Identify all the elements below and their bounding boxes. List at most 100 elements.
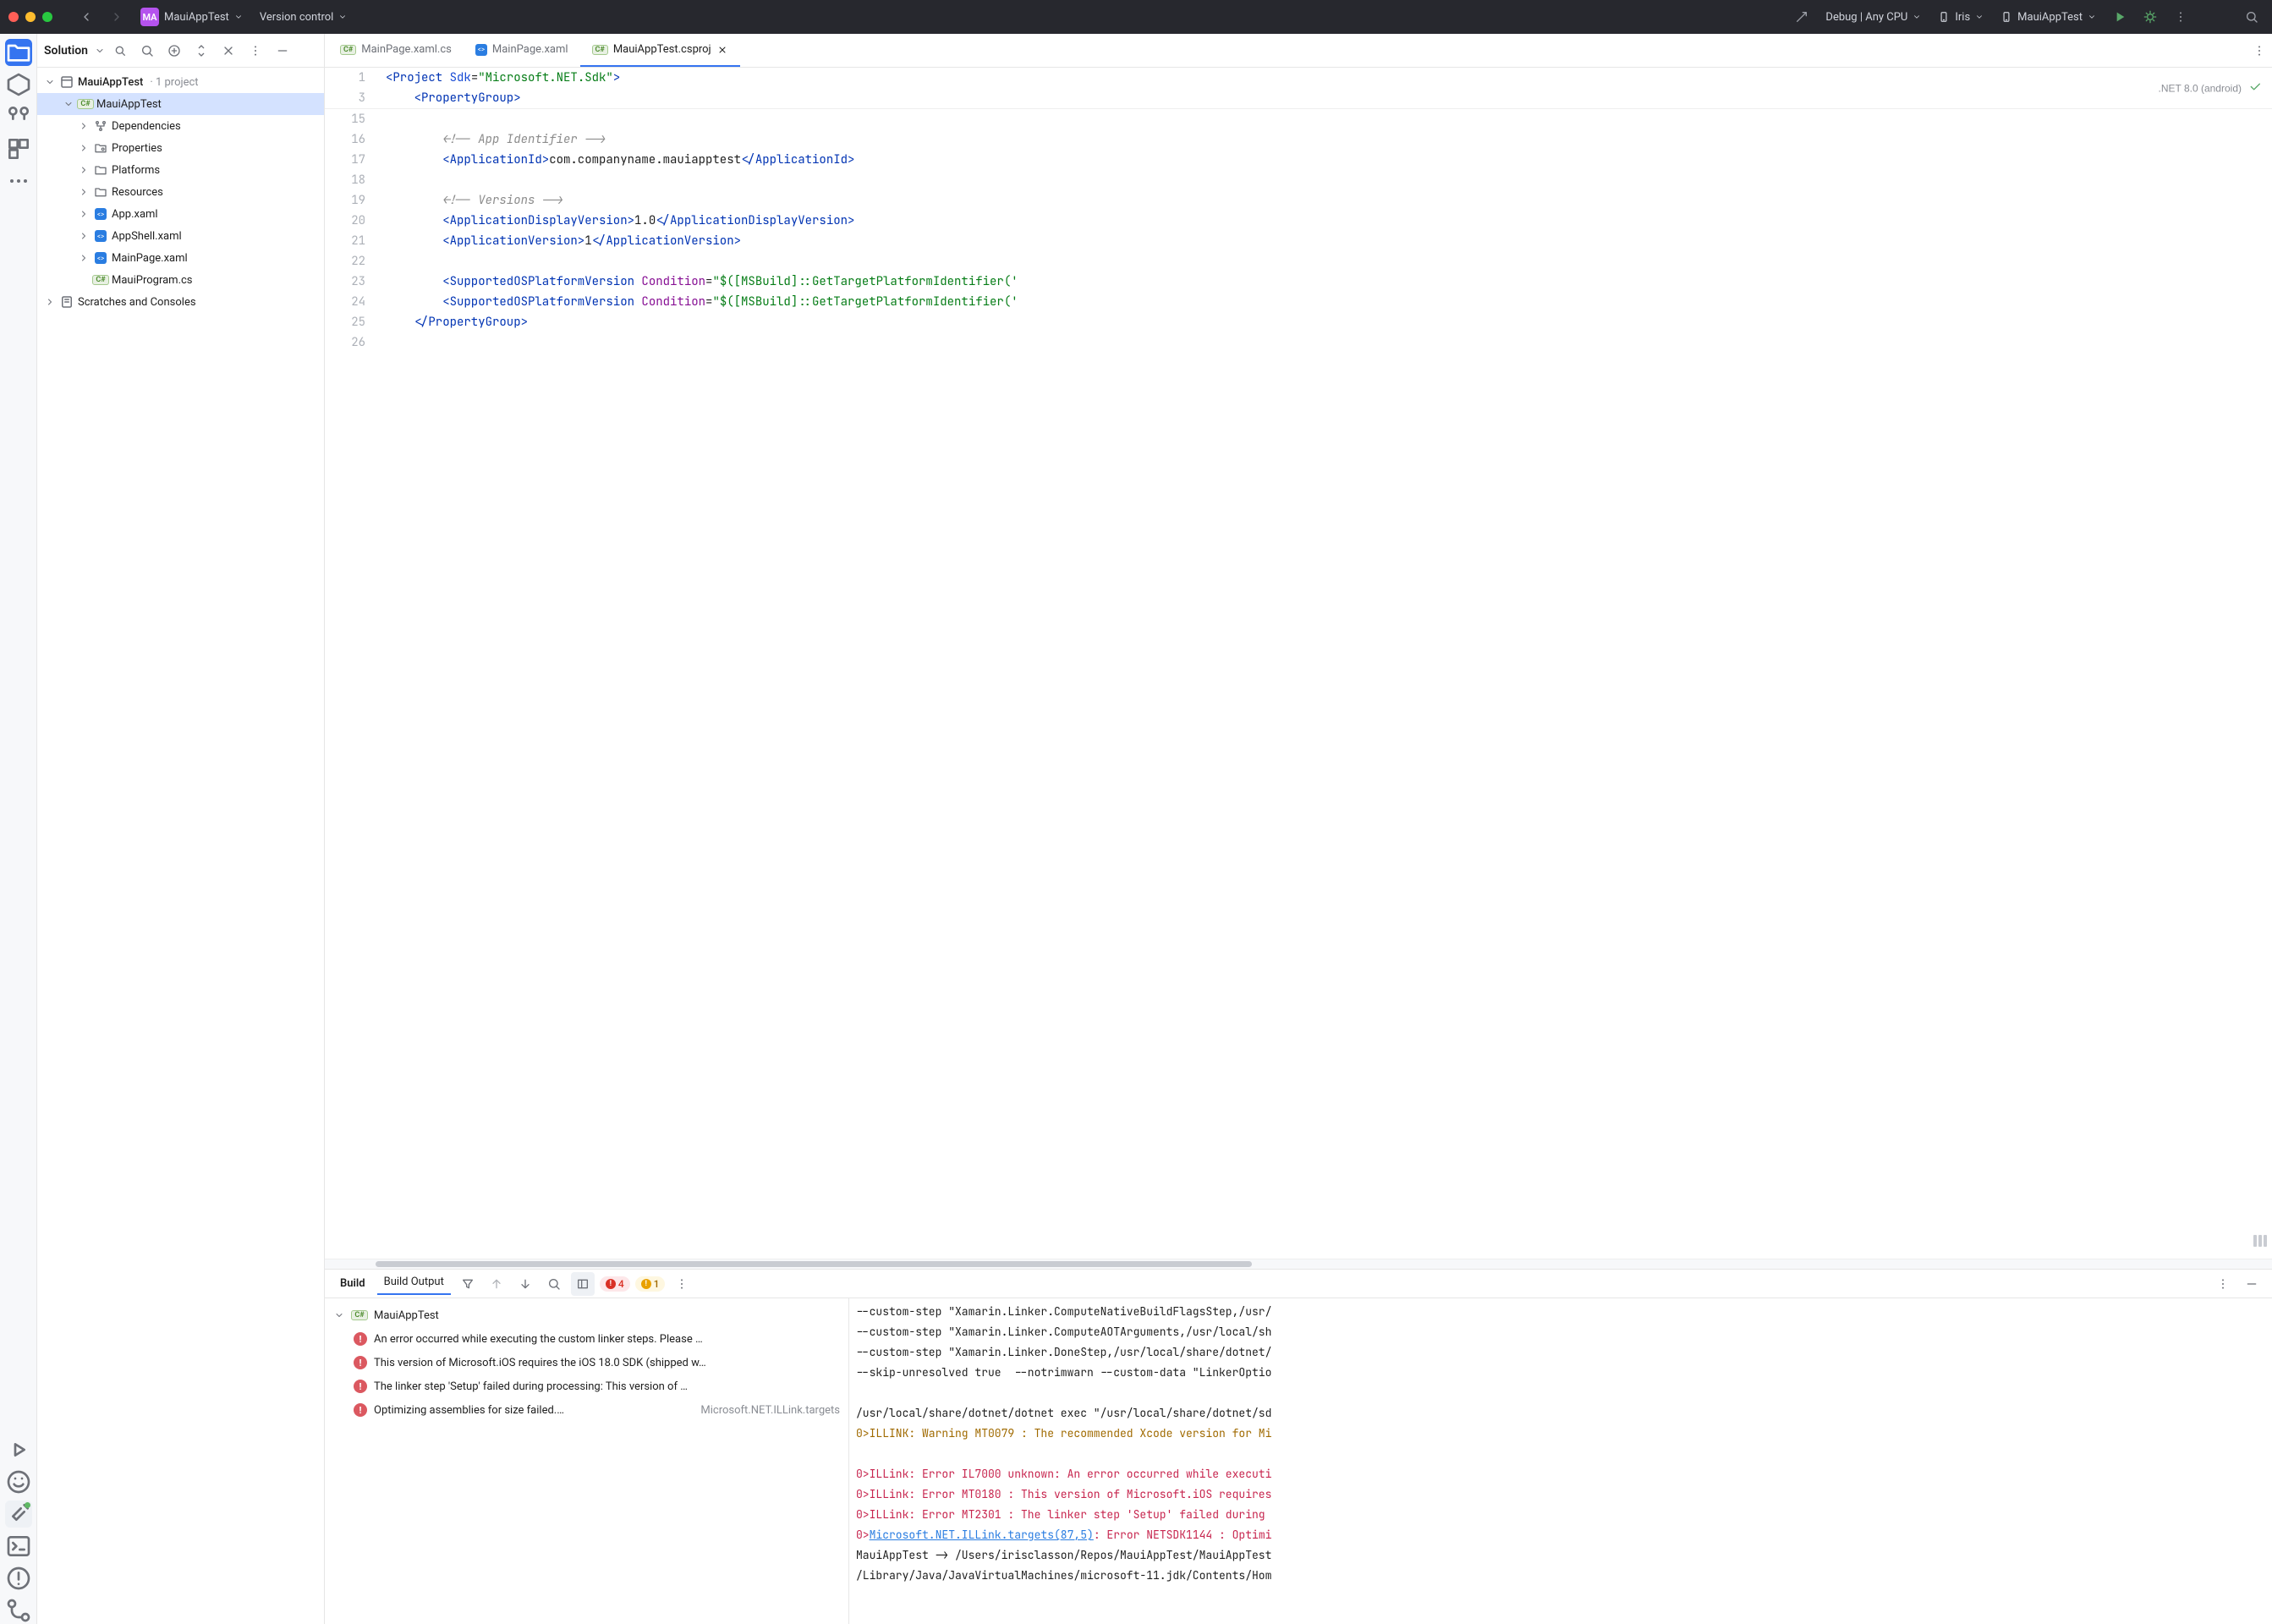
build-panel: Build Build Output !4 !1 C# (325, 1269, 2272, 1624)
scratches-icon (59, 294, 74, 310)
solution-tree[interactable]: MauiAppTest · 1 project C# MauiAppTest D… (37, 68, 324, 1624)
rail-ai-icon[interactable] (5, 1468, 32, 1495)
build-error-row[interactable]: !An error occurred while executing the c… (325, 1327, 848, 1351)
prev-icon[interactable] (485, 1272, 508, 1296)
build-tab[interactable]: Build (333, 1274, 372, 1293)
solution-title: Solution (44, 44, 88, 58)
vcs-label: Version control (260, 11, 334, 24)
filter-icon[interactable] (456, 1272, 480, 1296)
warning-count-badge[interactable]: !1 (635, 1276, 666, 1292)
rail-structure-icon[interactable] (5, 71, 32, 98)
solution-panel: Solution MauiAppTest · 1 project C# Maui… (37, 34, 325, 1624)
close-tab-icon[interactable] (716, 44, 728, 56)
nav-back-button[interactable] (74, 5, 98, 29)
error-count-badge[interactable]: !4 (600, 1276, 630, 1292)
csproj-icon: C# (78, 96, 93, 112)
horizontal-scrollbar[interactable] (325, 1259, 2272, 1269)
code-editor[interactable]: 13 <Project Sdk="Microsoft.NET.Sdk"> <Pr… (325, 68, 2272, 1269)
search-tree-icon[interactable] (135, 39, 159, 63)
warning-count: 1 (654, 1278, 660, 1290)
debug-button[interactable] (2138, 5, 2162, 29)
tree-item[interactable]: Properties (37, 137, 324, 159)
editor-area: C#MainPage.xaml.cs<>MainPage.xamlC#MauiA… (325, 34, 2272, 1624)
app-badge: MA (140, 8, 159, 26)
panel-options-icon[interactable] (244, 39, 267, 63)
solution-root[interactable]: MauiAppTest · 1 project (37, 71, 324, 93)
run-target-label: MauiAppTest (2017, 11, 2083, 24)
build-errors-tree[interactable]: C# MauiAppTest !An error occurred while … (325, 1298, 849, 1624)
run-config-label: Debug | Any CPU (1825, 11, 1907, 24)
rail-more-icon[interactable] (5, 167, 32, 195)
csproj-icon: C# (352, 1308, 367, 1323)
add-icon[interactable] (162, 39, 186, 63)
rail-problems-icon[interactable] (5, 1565, 32, 1592)
build-options-icon[interactable] (2211, 1272, 2235, 1296)
editor-tab[interactable]: <>MainPage.xaml (464, 34, 580, 67)
build-error-row[interactable]: !The linker step 'Setup' failed during p… (325, 1374, 848, 1398)
device-dropdown[interactable]: Iris (1933, 8, 1989, 27)
device-label: Iris (1955, 11, 1970, 24)
run-config-dropdown[interactable]: Debug | Any CPU (1820, 8, 1926, 27)
sdk-badge-label: .NET 8.0 (android) (2159, 82, 2242, 94)
scratches-node[interactable]: Scratches and Consoles (37, 291, 324, 313)
more-actions-button[interactable] (2169, 5, 2192, 29)
tool-rail (0, 34, 37, 1624)
run-target-dropdown[interactable]: MauiAppTest (1995, 8, 2101, 27)
expand-collapse-icon[interactable] (189, 39, 213, 63)
tree-item[interactable]: Platforms (37, 159, 324, 181)
tree-item[interactable]: <>MainPage.xaml (37, 247, 324, 269)
next-icon[interactable] (513, 1272, 537, 1296)
build-error-row[interactable]: !This version of Microsoft.iOS requires … (325, 1351, 848, 1374)
search-build-icon[interactable] (542, 1272, 566, 1296)
attach-icon[interactable] (1790, 5, 1814, 29)
build-output[interactable]: --custom-step "Xamarin.Linker.ComputeNat… (849, 1298, 2272, 1624)
minimap-icon (2253, 1235, 2267, 1247)
vcs-dropdown[interactable]: Version control (255, 8, 353, 27)
hide-build-icon[interactable] (2240, 1272, 2264, 1296)
project-selector[interactable]: MA MauiAppTest (135, 4, 248, 30)
project-node[interactable]: C# MauiAppTest (37, 93, 324, 115)
tree-item[interactable]: Resources (37, 181, 324, 203)
toggle-view-icon[interactable] (571, 1272, 595, 1296)
rail-run-tool-icon[interactable] (5, 1436, 32, 1463)
rail-vcs-icon[interactable] (5, 1597, 32, 1624)
solution-root-sub: · 1 project (150, 76, 198, 89)
nav-forward-button[interactable] (105, 5, 129, 29)
tree-item[interactable]: <>AppShell.xaml (37, 225, 324, 247)
tree-item[interactable]: Dependencies (37, 115, 324, 137)
build-tree-root[interactable]: C# MauiAppTest (325, 1303, 848, 1327)
project-label: MauiAppTest (96, 98, 162, 111)
rail-terminal-icon[interactable] (5, 1533, 32, 1560)
app-name: MauiAppTest (164, 11, 229, 24)
search-button[interactable] (2240, 5, 2264, 29)
rail-build-icon[interactable] (5, 1501, 32, 1528)
close-panel-icon[interactable] (217, 39, 240, 63)
maximize-window[interactable] (42, 12, 52, 22)
build-error-row[interactable]: !Optimizing assemblies for size failed.…… (325, 1398, 848, 1422)
build-tree-root-label: MauiAppTest (374, 1309, 840, 1322)
sdk-badge: .NET 8.0 (android) (2159, 80, 2263, 96)
scratches-label: Scratches and Consoles (78, 296, 196, 309)
build-header: Build Build Output !4 !1 (325, 1270, 2272, 1298)
close-window[interactable] (8, 12, 19, 22)
minimize-panel-icon[interactable] (271, 39, 294, 63)
window-controls (8, 12, 52, 22)
build-more-icon[interactable] (670, 1272, 694, 1296)
locate-file-icon[interactable] (108, 39, 132, 63)
rail-explorer-icon[interactable] (5, 39, 32, 66)
rail-packages-icon[interactable] (5, 135, 32, 162)
solution-icon (59, 74, 74, 90)
check-icon (2248, 80, 2262, 96)
tree-item[interactable]: C#MauiProgram.cs (37, 269, 324, 291)
tabs-more-icon[interactable] (2247, 34, 2272, 67)
solution-header: Solution (37, 34, 324, 68)
run-button[interactable] (2108, 5, 2132, 29)
rail-unit-tests-icon[interactable] (5, 103, 32, 130)
minimize-window[interactable] (25, 12, 36, 22)
editor-tab[interactable]: C#MauiAppTest.csproj (580, 34, 740, 67)
editor-tabs: C#MainPage.xaml.cs<>MainPage.xamlC#MauiA… (325, 34, 2272, 68)
editor-tab[interactable]: C#MainPage.xaml.cs (328, 34, 464, 67)
tree-item[interactable]: <>App.xaml (37, 203, 324, 225)
build-output-tab[interactable]: Build Output (377, 1272, 451, 1295)
titlebar: MA MauiAppTest Version control Debug | A… (0, 0, 2272, 34)
